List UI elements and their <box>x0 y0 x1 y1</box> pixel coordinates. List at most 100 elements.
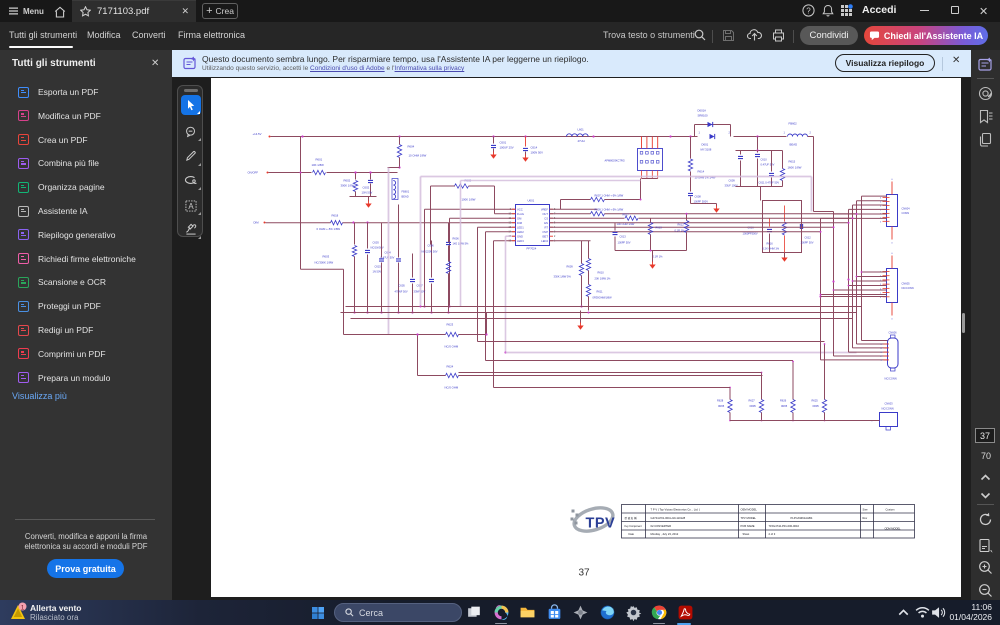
svg-text:R603: R603 <box>323 255 330 259</box>
svg-text:R626: R626 <box>780 399 787 403</box>
svg-text:LED1: LED1 <box>517 225 524 229</box>
svg-text:R609 1 OHM +-5% 1/8W: R609 1 OHM +-5% 1/8W <box>595 208 624 212</box>
svg-text:100UF 25V: 100UF 25V <box>500 146 514 150</box>
svg-text:?: ? <box>806 6 811 15</box>
svg-text:1: 1 <box>784 132 786 135</box>
svg-text:R601: R601 <box>316 158 323 162</box>
svg-text:37: 37 <box>579 568 591 579</box>
svg-text:CS: CS <box>544 216 548 220</box>
svg-text:CN606: CN606 <box>889 331 898 335</box>
svg-text:CN605: CN605 <box>902 282 911 286</box>
svg-text:Size: Size <box>863 508 869 512</box>
svg-text:R623: R623 <box>447 323 454 327</box>
svg-text:+14.5V: +14.5V <box>253 132 262 136</box>
svg-text:PF7024: PF7024 <box>527 247 537 251</box>
svg-text:100PF 50V: 100PF 50V <box>618 241 631 245</box>
svg-text:C615: C615 <box>375 265 382 269</box>
svg-text:L601: L601 <box>578 128 585 132</box>
svg-text:C608: C608 <box>695 195 702 199</box>
svg-text:470NF 50V: 470NF 50V <box>395 290 408 294</box>
svg-text:NC/300K 1/8W: NC/300K 1/8W <box>315 261 334 265</box>
svg-text:TPV: TPV <box>586 516 616 532</box>
svg-text:C612: C612 <box>805 236 812 240</box>
svg-text:2 of 3: 2 of 3 <box>769 532 776 536</box>
svg-text:BEAD: BEAD <box>402 195 409 199</box>
svg-text:TPV MODEL: TPV MODEL <box>741 516 757 520</box>
svg-text:型 號 名 稱: 型 號 名 稱 <box>625 516 638 520</box>
svg-text:NC/CONN: NC/CONN <box>882 407 894 411</box>
svg-text:10K 1/8W: 10K 1/8W <box>312 163 325 167</box>
svg-text:6.2K OHM 1%: 6.2K OHM 1% <box>763 247 780 251</box>
svg-text:R612: R612 <box>678 223 685 227</box>
svg-text:GND: GND <box>517 234 523 238</box>
svg-text:4: 4 <box>880 348 881 350</box>
svg-text:715G4744-P01-000-0010: 715G4744-P01-000-0010 <box>769 524 800 528</box>
svg-text:PLPCA9361AHB4: PLPCA9361AHB4 <box>791 516 813 520</box>
svg-text:20K 1/8W 1%: 20K 1/8W 1% <box>595 277 612 281</box>
svg-text:D601: D601 <box>702 143 709 147</box>
svg-text:0R05: 0R05 <box>750 404 757 408</box>
svg-text:02.CONVERTER: 02.CONVERTER <box>651 524 672 528</box>
svg-text:R606: R606 <box>453 237 460 241</box>
svg-text:C614: C614 <box>531 146 538 150</box>
svg-text:LED2: LED2 <box>517 230 524 234</box>
svg-text:0.1R 1%: 0.1R 1% <box>675 229 686 233</box>
svg-text:FB602: FB602 <box>789 122 798 126</box>
svg-text:SR8100: SR8100 <box>698 114 709 118</box>
svg-text:C601: C601 <box>500 141 507 145</box>
svg-text:RT: RT <box>544 225 548 229</box>
svg-text:300K 1/8W: 300K 1/8W <box>341 184 355 188</box>
svg-text:C602: C602 <box>363 186 370 190</box>
svg-text:C606: C606 <box>428 244 435 248</box>
svg-text:R610: R610 <box>598 271 605 275</box>
svg-text:1: 1 <box>21 604 25 611</box>
svg-text:0 OHM +-5% 1/8W: 0 OHM +-5% 1/8W <box>317 227 341 231</box>
svg-text:Key Component: Key Component <box>625 525 642 528</box>
svg-text:R616: R616 <box>767 242 774 246</box>
svg-text:4: 4 <box>880 205 882 207</box>
svg-text:A: A <box>188 202 194 211</box>
svg-text:R607 1 OHM +-5% 1/8W: R607 1 OHM +-5% 1/8W <box>595 194 624 198</box>
svg-text:1N 50V: 1N 50V <box>373 270 382 274</box>
svg-text:330K 1/8W 5%: 330K 1/8W 5% <box>554 275 572 279</box>
svg-text:Custom: Custom <box>886 508 895 512</box>
svg-text:Rev: Rev <box>863 516 868 520</box>
svg-text:Sheet: Sheet <box>743 532 750 536</box>
svg-text:U601: U601 <box>528 199 535 203</box>
svg-text:D601A: D601A <box>698 109 707 113</box>
svg-text:LED4: LED4 <box>541 239 548 243</box>
svg-text:1: 1 <box>880 360 881 362</box>
svg-text:R609: R609 <box>567 265 574 269</box>
svg-text:FLAG: FLAG <box>517 212 524 216</box>
svg-text:NC/CONN: NC/CONN <box>902 286 914 290</box>
svg-text:0R05: 0R05 <box>781 404 788 408</box>
svg-text:VCC: VCC <box>517 207 523 211</box>
svg-text:LED3: LED3 <box>517 239 524 243</box>
svg-text:NC/0 OHM: NC/0 OHM <box>445 386 459 390</box>
svg-text:OUT: OUT <box>542 212 548 216</box>
svg-text:47UH: 47UH <box>578 139 585 143</box>
svg-text:R604: R604 <box>408 145 415 149</box>
svg-text:0: 0 <box>891 179 893 181</box>
svg-text:C609: C609 <box>729 179 736 183</box>
svg-text:0R05: 0R05 <box>718 404 725 408</box>
svg-text:OVP: OVP <box>542 230 548 234</box>
svg-text:Monday , July 23, 2012: Monday , July 23, 2012 <box>651 532 679 536</box>
svg-text:R627: R627 <box>749 399 756 403</box>
svg-text:EN: EN <box>544 221 548 225</box>
svg-text:5: 5 <box>880 344 881 346</box>
svg-text:0: 0 <box>891 319 893 321</box>
svg-text:0: 0 <box>891 253 893 255</box>
svg-text:0: 0 <box>880 297 882 299</box>
svg-text:0R05: 0R05 <box>813 404 820 408</box>
svg-text:160K 1/8W: 160K 1/8W <box>788 166 802 170</box>
svg-text:C610: C610 <box>761 158 768 162</box>
svg-text:OEM MODEL: OEM MODEL <box>741 508 758 512</box>
svg-text:ISET: ISET <box>542 234 548 238</box>
svg-text:33NF 50V: 33NF 50V <box>414 290 426 294</box>
svg-text:NC/CONN: NC/CONN <box>885 377 897 381</box>
svg-text:C603: C603 <box>373 241 380 245</box>
svg-text:100PF 500V: 100PF 500V <box>694 200 709 204</box>
svg-text:0: 0 <box>880 221 882 223</box>
svg-text:10N 50V: 10N 50V <box>362 191 373 195</box>
